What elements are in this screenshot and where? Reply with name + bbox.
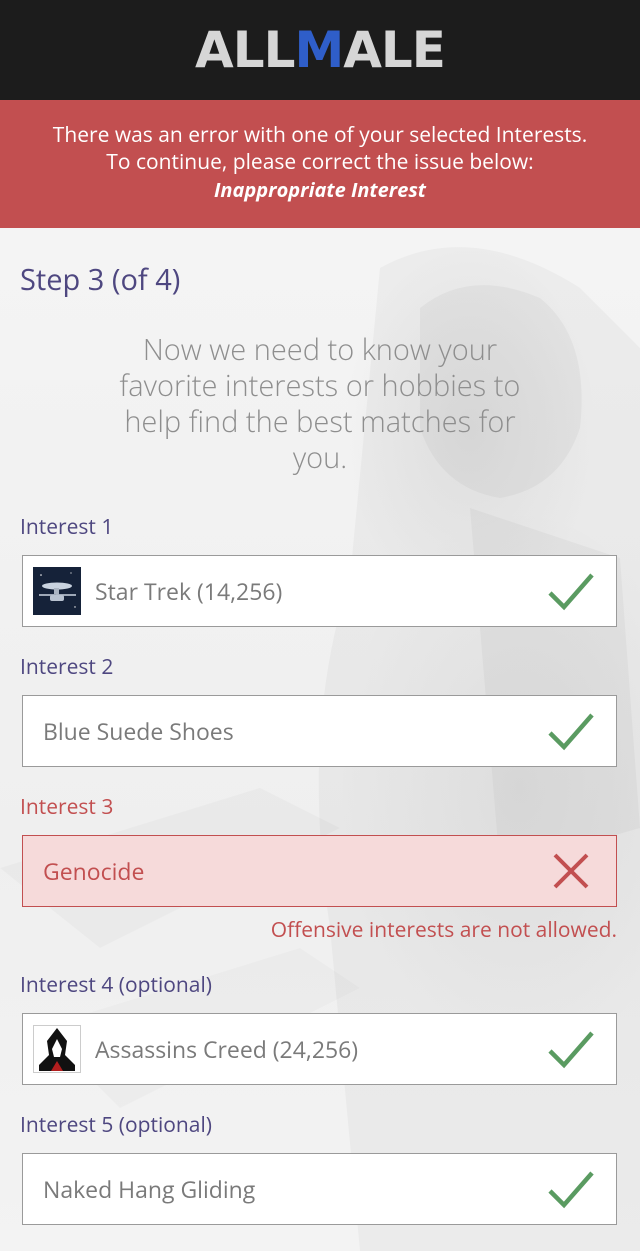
error-x-icon (553, 853, 589, 889)
interest-5-value: Naked Hang Gliding (43, 1173, 256, 1205)
interest-1-field[interactable]: Star Trek (14,256) (22, 555, 617, 627)
assassins-creed-thumbnail-icon (33, 1025, 81, 1073)
step-indicator: Step 3 (of 4) (20, 260, 181, 299)
checkmark-icon (548, 1031, 594, 1069)
checkmark-icon (548, 573, 594, 611)
intro-text: Now we need to know your favorite intere… (119, 330, 521, 477)
interest-3-field[interactable]: Genocide (22, 835, 617, 907)
interest-3-value: Genocide (43, 855, 145, 887)
checkmark-icon (548, 713, 594, 751)
error-banner-emphasis: Inappropriate Interest (213, 176, 427, 203)
interest-4-value: Assassins Creed (24,256) (95, 1033, 359, 1065)
allmale-logo[interactable]: ALLMALE (195, 25, 446, 75)
interest-2-label: Interest 2 (20, 653, 114, 681)
interest-2-field[interactable]: Blue Suede Shoes (22, 695, 617, 767)
error-banner-line-1: There was an error with one of your sele… (52, 121, 588, 149)
interest-3-error-message: Offensive interests are not allowed. (270, 916, 617, 944)
interest-3-label: Interest 3 (20, 793, 114, 821)
error-banner-line-2: To continue, please correct the issue be… (106, 148, 534, 176)
interest-1-value: Star Trek (14,256) (95, 575, 283, 607)
interest-4-label: Interest 4 (optional) (20, 971, 212, 999)
checkmark-icon (548, 1171, 594, 1209)
interest-5-field[interactable]: Naked Hang Gliding (22, 1153, 617, 1225)
form-area: Step 3 (of 4) Now we need to know your f… (0, 228, 640, 1251)
interest-5-label: Interest 5 (optional) (20, 1111, 212, 1139)
interest-1-label: Interest 1 (20, 513, 114, 541)
error-banner: There was an error with one of your sele… (0, 100, 640, 228)
header-bar: ALLMALE (0, 0, 640, 100)
interest-4-field[interactable]: Assassins Creed (24,256) (22, 1013, 617, 1085)
interest-2-value: Blue Suede Shoes (43, 715, 234, 747)
star-trek-thumbnail-icon (33, 567, 81, 615)
